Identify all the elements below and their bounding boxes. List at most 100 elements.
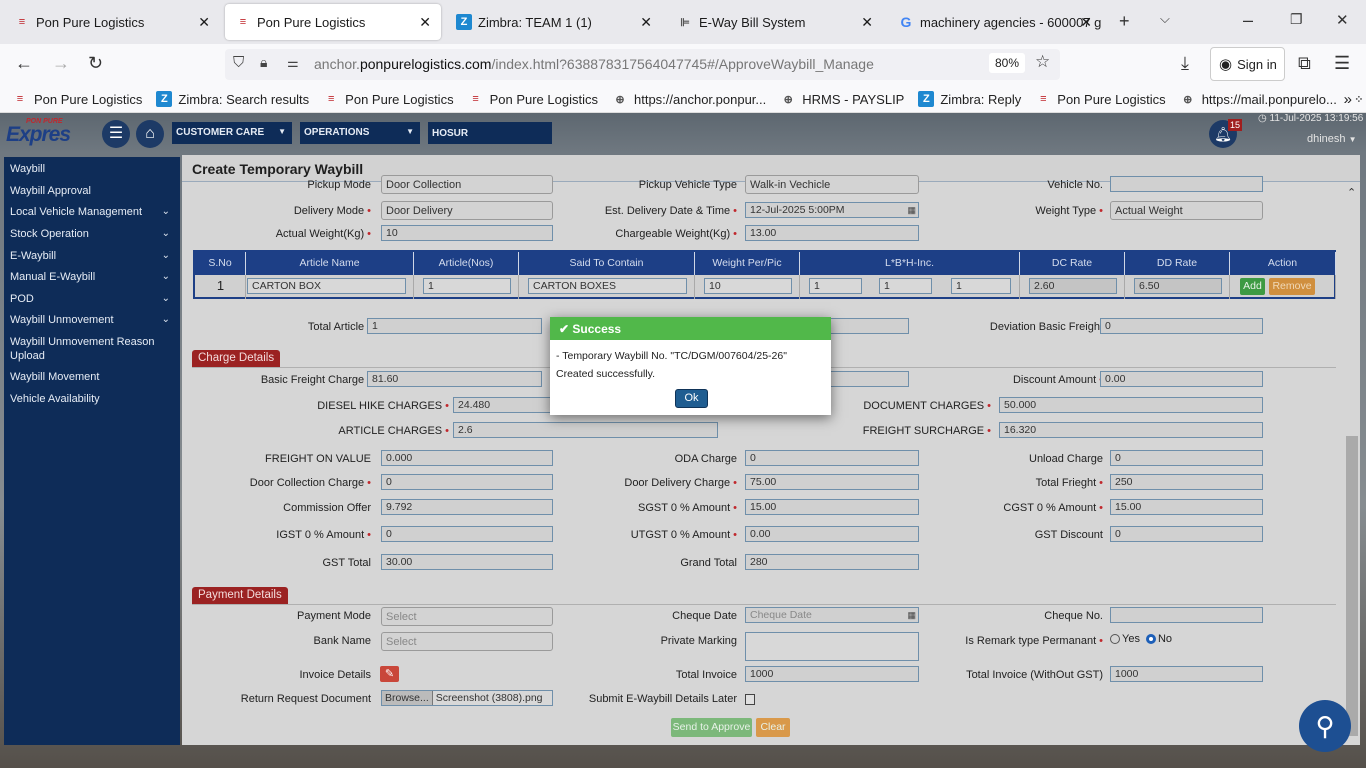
text-input[interactable]: 2.6 (453, 422, 718, 438)
article-nos-input[interactable]: 1 (423, 278, 511, 294)
customer-care-dropdown[interactable]: CUSTOMER CARE ▼ (172, 122, 292, 144)
bookmark-item[interactable]: ⁘trinetra (1351, 91, 1366, 107)
text-input[interactable]: 30.00 (381, 554, 553, 570)
operations-dropdown[interactable]: OPERATIONS ▼ (300, 122, 420, 144)
close-window-icon[interactable]: ✕ (1336, 11, 1349, 29)
text-input[interactable]: 0.00 (1100, 371, 1263, 387)
text-input[interactable]: 250 (1110, 474, 1263, 490)
clear-button[interactable]: Clear (756, 718, 790, 737)
edit-invoice-icon[interactable]: ✎ (380, 666, 399, 682)
scroll-up-icon[interactable]: ⌃ (1347, 186, 1356, 199)
date-input[interactable]: 12-Jul-2025 5:00PM ▦ (745, 202, 919, 218)
text-input[interactable]: 0.000 (381, 450, 553, 466)
zoom-level[interactable]: 80% (989, 53, 1026, 73)
expres-logo[interactable]: PON PURE Expres (6, 118, 96, 146)
back-icon[interactable]: ← (15, 53, 33, 74)
sign-in-button[interactable]: ◉ Sign in (1210, 47, 1285, 81)
return-doc-file-input[interactable]: Browse... Screenshot (3808).png (381, 690, 553, 706)
radio-yes[interactable] (1110, 634, 1120, 644)
text-input[interactable] (1110, 176, 1263, 192)
tab-list-icon[interactable]: ⌵ (1160, 11, 1170, 27)
close-tab-icon[interactable]: ✕ (419, 14, 431, 31)
extensions-icon[interactable]: ⧉ (1298, 53, 1311, 74)
bookmark-item[interactable]: Z Zimbra: Search results (156, 91, 309, 107)
text-input[interactable]: 15.00 (1110, 499, 1263, 515)
menu-icon[interactable]: ☰ (1334, 53, 1350, 74)
close-tab-icon[interactable]: ✕ (198, 14, 210, 31)
branch-field[interactable]: HOSUR (428, 122, 552, 144)
close-tab-icon[interactable]: ✕ (861, 14, 873, 31)
bookmark-item[interactable]: Z Zimbra: Reply (918, 91, 1021, 107)
weight-per-pic-input[interactable]: 10 (704, 278, 792, 294)
browser-tab[interactable]: ≡ Pon Pure Logistics ✕ (4, 4, 220, 40)
said-to-contain-input[interactable]: CARTON BOXES (528, 278, 687, 294)
scrollbar[interactable] (1346, 436, 1358, 736)
sidebar-item[interactable]: Stock Operation ⌄ (10, 227, 174, 241)
forward-icon[interactable]: → (52, 53, 70, 74)
length-input[interactable]: 1 (809, 278, 862, 294)
text-input[interactable]: 0 (1110, 450, 1263, 466)
bookmark-item[interactable]: ⊕ https://anchor.ponpur... (612, 91, 766, 107)
browser-tab[interactable]: Z Zimbra: TEAM 1 (1) ✕ (446, 4, 662, 40)
sidebar-item[interactable]: Manual E-Waybill ⌄ (10, 270, 174, 284)
search-fab-icon[interactable]: ⚲ (1299, 700, 1351, 752)
sidebar-item[interactable]: Waybill Movement (10, 370, 174, 384)
remove-row-button[interactable]: Remove (1269, 278, 1315, 295)
select-field[interactable]: Door Collection (381, 175, 553, 194)
minimize-icon[interactable]: – (1243, 10, 1253, 31)
text-input[interactable]: 15.00 (745, 499, 919, 515)
home-icon[interactable]: ⌂ (136, 120, 164, 148)
bookmark-item[interactable]: ≡ Pon Pure Logistics (323, 91, 454, 107)
private-marking-textarea[interactable] (745, 632, 919, 661)
select-field[interactable]: Actual Weight (1110, 201, 1263, 220)
user-menu[interactable]: dhinesh ▼ (1307, 133, 1357, 145)
text-input[interactable]: 16.320 (999, 422, 1263, 438)
sidebar-item[interactable]: Waybill Unmovement ⌄ (10, 313, 174, 327)
text-input[interactable]: 9.792 (381, 499, 553, 515)
bookmark-item[interactable]: ≡ Pon Pure Logistics (12, 91, 143, 107)
dd-rate-input[interactable]: 6.50 (1134, 278, 1222, 294)
bookmark-item[interactable]: ⊕ HRMS - PAYSLIP (780, 91, 905, 107)
send-to-approve-button[interactable]: Send to Approve (671, 718, 752, 737)
sidebar-item[interactable]: E-Waybill ⌄ (10, 249, 174, 263)
text-input[interactable]: 0 (1100, 318, 1263, 334)
text-input[interactable]: 0 (381, 474, 553, 490)
add-row-button[interactable]: Add (1240, 278, 1265, 295)
article-name-input[interactable]: CARTON BOX (247, 278, 406, 294)
browser-tab[interactable]: Gmachinery agencies - 600007 g ✕ (888, 4, 1104, 40)
text-input[interactable]: 280 (745, 554, 919, 570)
select-field[interactable]: Door Delivery (381, 201, 553, 220)
sidebar-item[interactable]: Vehicle Availability (10, 392, 174, 406)
bookmarks-overflow-icon[interactable]: » (1344, 91, 1352, 108)
close-tab-icon[interactable]: ✕ (640, 14, 652, 31)
total-invoice-input[interactable]: 1000 (745, 666, 919, 682)
text-input[interactable]: 81.60 (367, 371, 542, 387)
select-field[interactable]: Walk-in Vechicle (745, 175, 919, 194)
sidebar-item[interactable]: Waybill (10, 162, 174, 176)
url-text[interactable]: anchor.ponpurelogistics.com/index.html?6… (314, 56, 874, 72)
text-input[interactable]: 0 (381, 526, 553, 542)
sidebar-item[interactable]: POD ⌄ (10, 292, 174, 306)
browse-button[interactable]: Browse... (382, 691, 433, 705)
shield-icon[interactable]: ⛉ (233, 54, 244, 71)
sidebar-item[interactable]: Local Vehicle Management ⌄ (10, 205, 174, 219)
downloads-icon[interactable]: ⤓ (1181, 53, 1189, 74)
bookmark-item[interactable]: ≡ Pon Pure Logistics (468, 91, 598, 107)
restore-icon[interactable]: ❐ (1290, 11, 1303, 28)
bookmark-star-icon[interactable]: ☆ (1035, 52, 1050, 72)
text-input[interactable]: 0.00 (745, 526, 919, 542)
submit-later-checkbox[interactable] (745, 694, 755, 705)
text-input[interactable]: 10 (381, 225, 553, 241)
total-invoice-wo-gst-input[interactable]: 1000 (1110, 666, 1263, 682)
browser-tab[interactable]: ⊫ E-Way Bill System ✕ (667, 4, 883, 40)
text-input[interactable]: 0 (745, 450, 919, 466)
text-input[interactable]: 75.00 (745, 474, 919, 490)
bookmark-item[interactable]: ⊕ https://mail.ponpurelo... (1180, 91, 1337, 107)
lock-icon[interactable]: 🔒︎ (260, 54, 267, 71)
sidebar-item[interactable]: Waybill Unmovement Reason Upload (10, 335, 160, 363)
browser-tab-active[interactable]: ≡ Pon Pure Logistics ✕ (225, 4, 441, 40)
text-input[interactable]: 0 (1110, 526, 1263, 542)
dc-rate-input[interactable]: 2.60 (1029, 278, 1117, 294)
text-input[interactable]: 1 (367, 318, 542, 334)
radio-no-checked[interactable] (1145, 634, 1156, 644)
